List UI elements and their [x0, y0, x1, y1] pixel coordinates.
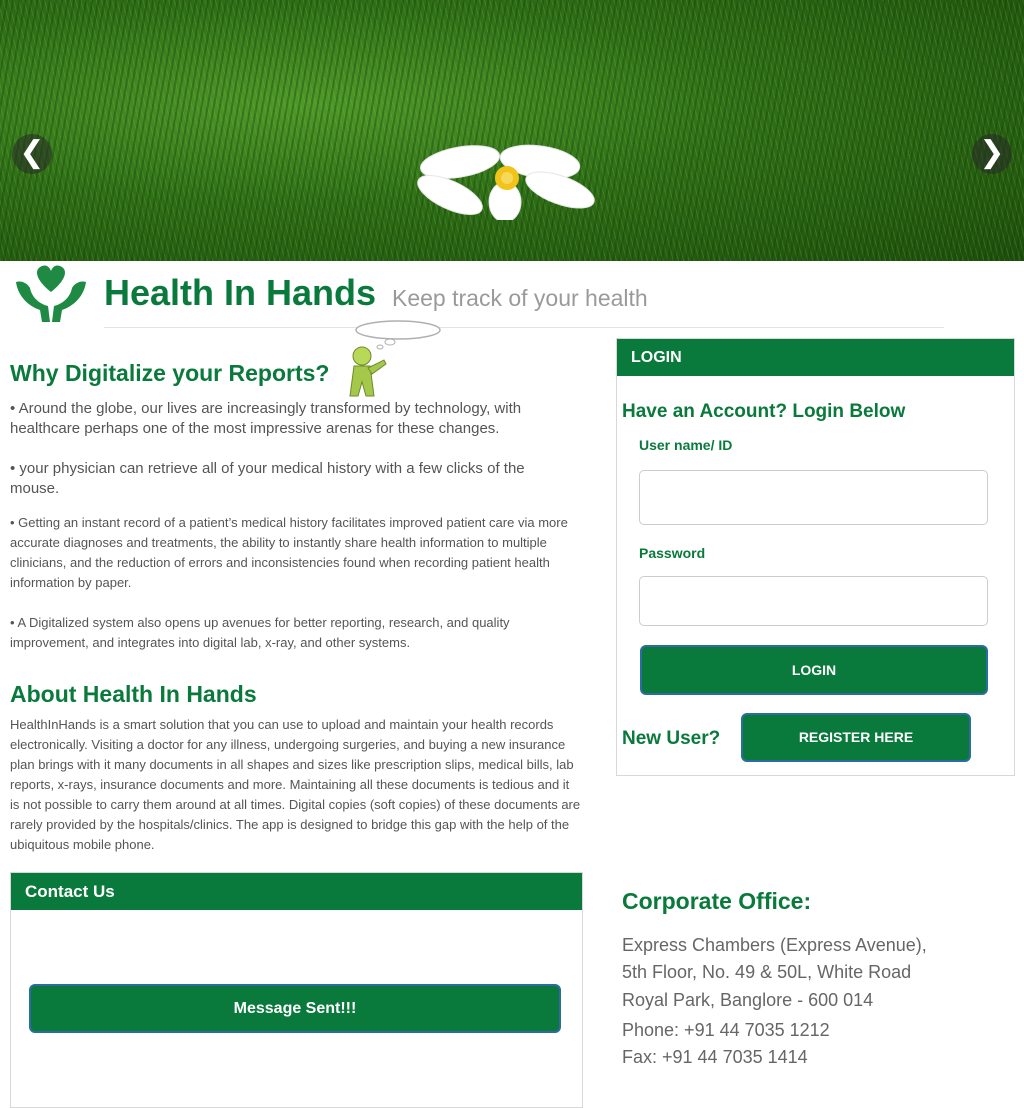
- contact-panel-header: Contact Us: [11, 873, 582, 910]
- corporate-fax: Fax: +91 44 7035 1414: [622, 1047, 808, 1067]
- hero-carousel: ❮ ❯: [0, 0, 1024, 261]
- chevron-right-icon: ❯: [979, 136, 1005, 169]
- corporate-address-line-1: Express Chambers (Express Avenue),: [622, 935, 927, 955]
- login-panel-header: LOGIN: [617, 339, 1014, 376]
- username-label: User name/ ID: [639, 437, 733, 453]
- username-input[interactable]: [639, 470, 988, 525]
- carousel-next-button[interactable]: ❯: [972, 134, 1012, 174]
- new-user-label: New User?: [622, 728, 721, 749]
- corporate-address-line-3: Royal Park, Banglore - 600 014: [622, 990, 874, 1010]
- login-button[interactable]: LOGIN: [640, 645, 988, 695]
- corporate-office-heading: Corporate Office:: [622, 888, 812, 914]
- why-point-3: • Getting an instant record of a patient…: [10, 515, 568, 590]
- heart-hands-logo: [16, 265, 86, 322]
- register-button[interactable]: REGISTER HERE: [741, 713, 971, 762]
- why-digitalize-heading: Why Digitalize your Reports?: [10, 360, 330, 386]
- corporate-phone: Phone: +91 44 7035 1212: [622, 1020, 830, 1040]
- site-title: Health In Hands: [104, 272, 377, 313]
- why-point-4: • A Digitalized system also opens up ave…: [10, 615, 510, 650]
- password-input[interactable]: [639, 576, 988, 626]
- carousel-prev-button[interactable]: ❮: [12, 134, 52, 174]
- flower-image: [417, 144, 595, 220]
- login-subheading: Have an Account? Login Below: [622, 401, 906, 422]
- message-sent-button[interactable]: Message Sent!!!: [29, 984, 561, 1033]
- site-tagline: Keep track of your health: [392, 285, 648, 311]
- password-label: Password: [639, 545, 706, 561]
- corporate-address-line-2: 5th Floor, No. 49 & 50L, White Road: [622, 962, 912, 982]
- contact-panel: Contact Us Message Sent!!!: [10, 872, 583, 1108]
- about-heading: About Health In Hands: [10, 681, 257, 707]
- about-text: HealthInHands is a smart solution that y…: [10, 717, 581, 852]
- why-point-2: • your physician can retrieve all of you…: [10, 460, 525, 497]
- thinking-figure-icon: [349, 320, 441, 397]
- header-divider: [104, 327, 944, 328]
- login-panel: LOGIN Have an Account? Login Below User …: [616, 338, 1015, 776]
- chevron-left-icon: ❮: [19, 136, 45, 169]
- why-point-1: • Around the globe, our lives are increa…: [10, 400, 522, 437]
